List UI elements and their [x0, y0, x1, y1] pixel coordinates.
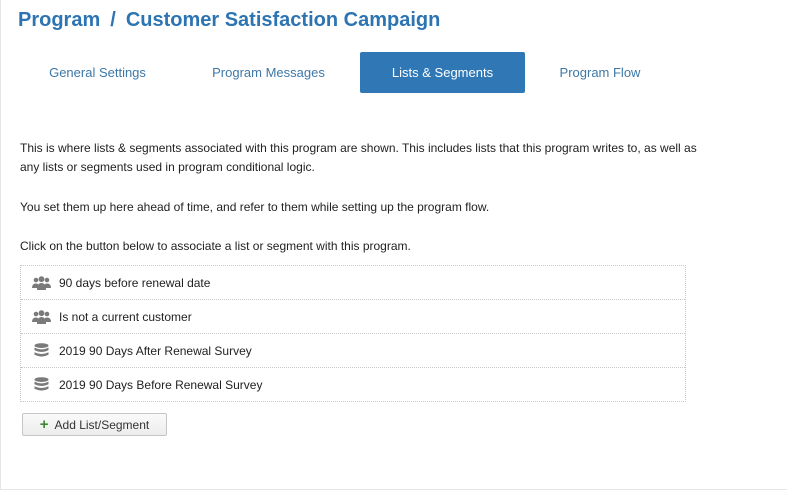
- tab-general-settings[interactable]: General Settings: [18, 52, 177, 93]
- plus-icon: +: [39, 415, 49, 433]
- list-item[interactable]: 90 days before renewal date: [21, 266, 685, 299]
- list-item-label: 2019 90 Days Before Renewal Survey: [59, 377, 263, 392]
- list-item-label: 2019 90 Days After Renewal Survey: [59, 343, 252, 358]
- list-item[interactable]: 2019 90 Days Before Renewal Survey: [21, 367, 685, 401]
- breadcrumb-root[interactable]: Program: [18, 9, 100, 31]
- list-database-icon: [31, 342, 51, 359]
- description-intro: This is where lists & segments associate…: [20, 141, 697, 174]
- list-item-label: 90 days before renewal date: [59, 275, 211, 290]
- segment-group-icon: [31, 309, 51, 325]
- tab-program-messages[interactable]: Program Messages: [177, 52, 360, 93]
- list-item-label: Is not a current customer: [59, 309, 192, 324]
- list-item[interactable]: 2019 90 Days After Renewal Survey: [21, 333, 685, 367]
- tab-program-flow[interactable]: Program Flow: [525, 52, 675, 93]
- list-database-icon: [31, 376, 51, 393]
- add-button-label: Add List/Segment: [54, 417, 150, 432]
- breadcrumb-separator: /: [110, 9, 116, 31]
- tab-lists-segments[interactable]: Lists & Segments: [360, 52, 525, 93]
- tab-bar: General Settings Program Messages Lists …: [18, 52, 675, 93]
- segment-group-icon: [31, 275, 51, 291]
- description-setup: You set them up here ahead of time, and …: [20, 200, 490, 214]
- list-item[interactable]: Is not a current customer: [21, 299, 685, 333]
- program-name: Customer Satisfaction Campaign: [125, 9, 441, 31]
- description-instruction: Click on the button below to associate a…: [20, 239, 411, 253]
- page-title: Program / Customer Satisfaction Campaign: [18, 9, 440, 32]
- lists-segments-list: 90 days before renewal date Is not a cur…: [20, 265, 686, 402]
- add-list-segment-button[interactable]: + Add List/Segment: [22, 413, 167, 436]
